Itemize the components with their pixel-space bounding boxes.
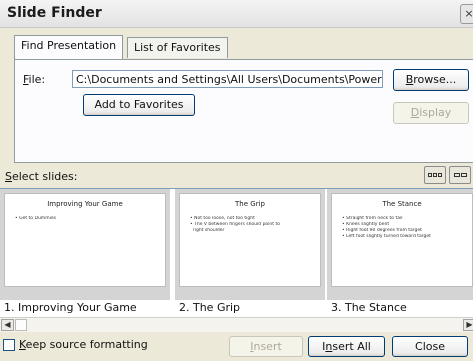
slide-thumb-title: The Grip [235,200,265,208]
slide-caption-2[interactable]: 2. The Grip [179,301,240,314]
keep-source-formatting-label: Keep source formatting [19,338,148,351]
close-window-icon[interactable]: × [460,4,473,24]
dialog-title: Slide Finder [7,5,102,21]
slide-list-view-icon[interactable] [449,166,471,184]
slide-bullet: • Left foot slightly turned toward targe… [342,234,431,239]
display-button[interactable]: Display [393,102,469,124]
select-slides-label: Select slides: [5,170,78,183]
file-path-input[interactable]: C:\Documents and Settings\All Users\Docu… [72,70,383,88]
slide-caption-3[interactable]: 3. The Stance [331,301,407,314]
slide-finder-dialog: Slide Finder × Find Presentation List of… [0,0,473,361]
tab-find-presentation[interactable]: Find Presentation [14,35,124,59]
find-presentation-panel: File: C:\Documents and Settings\All User… [14,59,473,163]
slide-captions: 1. Improving Your Game 2. The Grip 3. Th… [0,300,473,317]
slides-strip: Improving Your Game • Get to Dummies The… [0,188,473,302]
slide-thumb-title: Improving Your Game [47,200,123,208]
slide-thumbnail-3[interactable]: The Stance • Straight from neck to tail … [327,189,473,300]
slide-bullet: right shoulder [192,228,225,233]
slide-bullet: • Get to Dummies [15,216,56,221]
insert-button[interactable]: Insert [229,336,303,357]
slide-preview: The Grip • Not too loose, not too tight … [179,193,321,287]
file-label: File: [23,73,46,86]
slide-preview: Improving Your Game • Get to Dummies [4,193,166,287]
scroll-right-icon[interactable]: ▶ [463,319,473,331]
scroll-thumb[interactable] [15,319,27,331]
horizontal-scrollbar[interactable]: ◀ ▶ [0,317,473,332]
title-bar: Slide Finder × [0,0,473,28]
close-button[interactable]: Close [392,336,468,357]
insert-all-button[interactable]: Insert All [308,336,385,357]
slide-thumb-title: The Stance [382,200,422,208]
add-to-favorites-button[interactable]: Add to Favorites [83,94,195,116]
slide-preview: The Stance • Straight from neck to tail … [331,193,473,287]
tab-list-of-favorites[interactable]: List of Favorites [127,37,228,58]
slide-thumbnail-1[interactable]: Improving Your Game • Get to Dummies [0,189,170,300]
browse-button[interactable]: Browse... [393,69,469,91]
slide-caption-1[interactable]: 1. Improving Your Game [4,301,137,314]
slide-thumbnail-view-icon[interactable] [424,166,446,184]
checkbox-box[interactable] [3,339,15,351]
slide-thumbnail-2[interactable]: The Grip • Not too loose, not too tight … [175,189,325,300]
scroll-left-icon[interactable]: ◀ [1,319,14,331]
